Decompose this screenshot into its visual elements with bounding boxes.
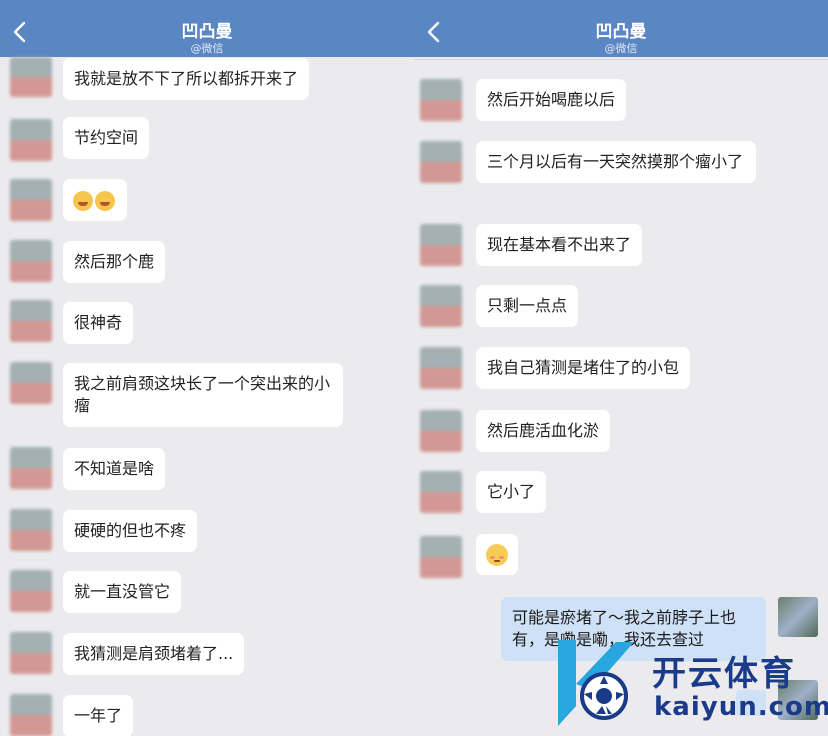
emoji-message-bubble — [63, 179, 127, 221]
message-bubble: 然后鹿活血化淤 — [476, 410, 611, 452]
watermark-url: kaiyun.com — [654, 692, 828, 722]
laughing-emoji-icon — [73, 190, 93, 211]
avatar[interactable] — [10, 240, 52, 282]
contact-name: 凹凸曼 — [595, 22, 647, 42]
message-bubble: 我自己猜测是堵住了的小包 — [476, 347, 691, 389]
avatar[interactable] — [420, 471, 462, 513]
chat-header: 凹凸曼 @微信 — [414, 0, 828, 57]
avatar[interactable] — [10, 447, 52, 489]
message-bubble: 然后开始喝鹿以后 — [476, 79, 627, 121]
avatar[interactable] — [10, 632, 52, 674]
avatar[interactable] — [10, 509, 52, 551]
message-bubble: 只剩一点点 — [476, 285, 579, 327]
avatar[interactable] — [10, 119, 52, 161]
laughing-emoji-icon — [95, 190, 115, 211]
message-bubble: 不知道是啥 — [63, 448, 166, 490]
message-bubble: 现在基本看不出来了 — [476, 224, 643, 266]
message-bubble: 我之前肩颈这块长了一个突出来的小瘤 — [63, 363, 343, 427]
avatar[interactable] — [420, 285, 462, 327]
message-bubble: 我就是放不下了所以都拆开来了 — [63, 58, 310, 100]
chat-panel-right: 凹凸曼 @微信 然后开始喝鹿以后 三个月以后有一天突然摸那个瘤小了 现在基本看不… — [414, 0, 828, 736]
message-bubble: 三个月以后有一天突然摸那个瘤小了 — [476, 141, 756, 183]
my-avatar[interactable] — [778, 597, 818, 637]
shy-emoji-icon — [486, 543, 508, 566]
avatar[interactable] — [10, 362, 52, 404]
chat-panel-left: 凹凸曼 @微信 我就是放不下了所以都拆开来了 节约空间 然后那个鹿 很神奇 我之… — [0, 0, 414, 736]
watermark: 开云体育 kaiyun.com — [540, 634, 828, 736]
kaiyun-logo-icon — [558, 640, 634, 726]
chat-header: 凹凸曼 @微信 — [0, 0, 414, 57]
divider — [414, 59, 828, 60]
avatar[interactable] — [420, 536, 462, 578]
contact-name: 凹凸曼 — [181, 22, 233, 42]
message-bubble: 它小了 — [476, 471, 547, 513]
avatar[interactable] — [10, 694, 52, 736]
avatar[interactable] — [10, 57, 52, 97]
avatar[interactable] — [10, 300, 52, 342]
avatar[interactable] — [420, 79, 462, 121]
message-bubble: 很神奇 — [63, 302, 134, 344]
message-bubble: 一年了 — [63, 695, 134, 736]
avatar[interactable] — [10, 570, 52, 612]
avatar[interactable] — [420, 224, 462, 266]
message-bubble: 硬硬的但也不疼 — [63, 510, 198, 552]
contact-subtitle: @微信 — [604, 42, 638, 55]
message-bubble: 节约空间 — [63, 117, 150, 159]
avatar[interactable] — [420, 410, 462, 452]
avatar[interactable] — [420, 141, 462, 183]
watermark-brand: 开云体育 — [652, 654, 796, 694]
avatar[interactable] — [420, 347, 462, 389]
message-bubble: 就一直没管它 — [63, 571, 182, 613]
avatar[interactable] — [10, 179, 52, 221]
message-bubble: 然后那个鹿 — [63, 241, 166, 283]
emoji-message-bubble — [476, 534, 518, 575]
message-bubble: 我猜测是肩颈堵着了... — [63, 633, 245, 675]
contact-subtitle: @微信 — [190, 42, 224, 55]
